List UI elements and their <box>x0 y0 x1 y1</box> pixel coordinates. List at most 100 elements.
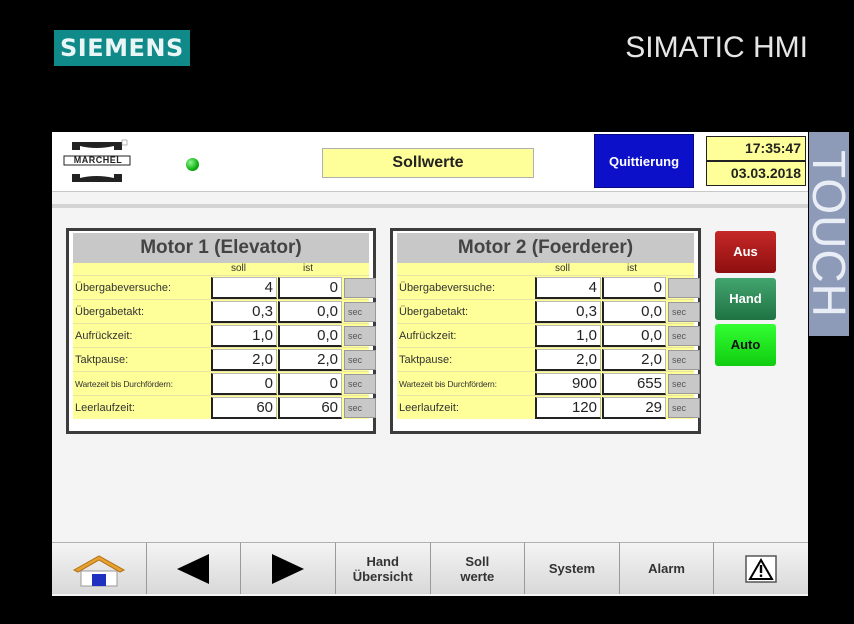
ist-value: 2,0 <box>602 349 666 371</box>
unit-label: sec <box>668 350 700 370</box>
ist-value: 0,0 <box>602 301 666 323</box>
param-label: Übergabeversuche: <box>399 282 496 294</box>
column-header: soll ist <box>397 263 694 275</box>
home-icon <box>72 554 125 586</box>
ist-value: 0 <box>602 277 666 299</box>
unit-label: sec <box>668 398 700 418</box>
param-row: Übergabeversuche: 4 0 <box>397 275 700 299</box>
warning-button[interactable] <box>714 542 808 594</box>
acknowledge-button[interactable]: Quittierung <box>594 134 694 188</box>
ist-value: 2,0 <box>278 349 342 371</box>
param-label: Taktpause: <box>399 354 453 366</box>
param-row: Wartezeit bis Durchfördern: 0 0 sec <box>73 371 376 395</box>
soll-input[interactable]: 1,0 <box>535 325 601 347</box>
next-button[interactable] <box>241 542 336 594</box>
mode-off-button[interactable]: Aus <box>715 231 776 273</box>
mode-hand-button[interactable]: Hand <box>715 278 776 320</box>
col-soll-label: soll <box>555 263 571 274</box>
column-header: soll ist <box>73 263 369 275</box>
soll-input[interactable]: 0 <box>211 373 277 395</box>
unit-label: sec <box>344 374 376 394</box>
home-button[interactable] <box>52 542 147 594</box>
soll-input[interactable]: 60 <box>211 397 277 419</box>
param-row: Wartezeit bis Durchfördern: 900 655 sec <box>397 371 700 395</box>
system-button[interactable]: System <box>525 542 620 594</box>
col-ist-label: ist <box>627 263 637 274</box>
param-label: Übergabetakt: <box>399 306 469 318</box>
unit-label: sec <box>344 350 376 370</box>
ist-value: 655 <box>602 373 666 395</box>
param-row: Taktpause: 2,0 2,0 sec <box>73 347 376 371</box>
simatic-hmi-label: SIMATIC HMI <box>625 31 808 64</box>
alarm-button[interactable]: Alarm <box>619 542 715 594</box>
time-field: 17:35:47 <box>706 136 806 161</box>
ist-value: 0 <box>278 373 342 395</box>
param-row: Aufrückzeit: 1,0 0,0 sec <box>397 323 700 347</box>
header-bar: MARCHEL Sollwerte Quittierung 17:35:47 0… <box>52 132 808 192</box>
ist-value: 0,0 <box>278 301 342 323</box>
ist-value: 29 <box>602 397 666 419</box>
arrow-right-icon <box>272 553 305 584</box>
param-label: Aufrückzeit: <box>75 330 133 342</box>
hmi-screen: MARCHEL Sollwerte Quittierung 17:35:47 0… <box>52 132 808 596</box>
unit-label: sec <box>344 398 376 418</box>
hand-overview-button[interactable]: Hand Übersicht <box>335 542 431 594</box>
col-ist-label: ist <box>303 263 313 274</box>
soll-input[interactable]: 4 <box>211 277 277 299</box>
soll-input[interactable]: 1,0 <box>211 325 277 347</box>
soll-input[interactable]: 4 <box>535 277 601 299</box>
param-label: Aufrückzeit: <box>399 330 457 342</box>
warning-icon <box>745 554 777 583</box>
param-label: Taktpause: <box>75 354 129 366</box>
marchel-logo-text: MARCHEL <box>73 155 123 165</box>
param-label: Leerlaufzeit: <box>399 402 459 414</box>
clock-display: 17:35:47 03.03.2018 <box>706 136 806 186</box>
param-row: Übergabeversuche: 4 0 <box>73 275 376 299</box>
date-field: 03.03.2018 <box>706 161 806 186</box>
touch-label: TOUCH <box>809 150 849 318</box>
mode-auto-button[interactable]: Auto <box>715 324 776 366</box>
arrow-left-icon <box>177 553 210 584</box>
prev-button[interactable] <box>146 542 242 594</box>
ist-value: 60 <box>278 397 342 419</box>
siemens-logo: SIEMENS <box>54 30 190 66</box>
setpoints-line2: werte <box>460 568 495 584</box>
hand-overview-line1: Hand <box>366 553 399 569</box>
setpoints-button[interactable]: Soll werte <box>430 542 526 594</box>
soll-input[interactable]: 120 <box>535 397 601 419</box>
unit-label <box>344 278 376 298</box>
param-label: Übergabetakt: <box>75 306 145 318</box>
soll-input[interactable]: 2,0 <box>535 349 601 371</box>
param-row: Übergabetakt: 0,3 0,0 sec <box>73 299 376 323</box>
ist-value: 0 <box>278 277 342 299</box>
unit-label: sec <box>668 374 700 394</box>
unit-label: sec <box>344 302 376 322</box>
motor2-title: Motor 2 (Foerderer) <box>397 233 694 263</box>
soll-input[interactable]: 0,3 <box>211 301 277 323</box>
param-row: Übergabetakt: 0,3 0,0 sec <box>397 299 700 323</box>
unit-label: sec <box>668 302 700 322</box>
param-label: Wartezeit bis Durchfördern: <box>399 379 497 389</box>
motor1-panel: Motor 1 (Elevator) soll ist Übergabevers… <box>66 228 376 434</box>
touch-label-strip: TOUCH <box>809 132 849 336</box>
ist-value: 0,0 <box>278 325 342 347</box>
motor2-panel: Motor 2 (Foerderer) soll ist Übergabever… <box>390 228 701 434</box>
soll-input[interactable]: 2,0 <box>211 349 277 371</box>
col-soll-label: soll <box>231 263 247 274</box>
marchel-logo: MARCHEL <box>58 138 138 186</box>
param-row: Taktpause: 2,0 2,0 sec <box>397 347 700 371</box>
ist-value: 0,0 <box>602 325 666 347</box>
soll-input[interactable]: 900 <box>535 373 601 395</box>
motor1-title: Motor 1 (Elevator) <box>73 233 369 263</box>
unit-label: sec <box>668 326 700 346</box>
param-label: Leerlaufzeit: <box>75 402 135 414</box>
unit-label: sec <box>344 326 376 346</box>
page-title: Sollwerte <box>322 148 534 178</box>
param-row: Leerlaufzeit: 120 29 sec <box>397 395 700 419</box>
param-label: Wartezeit bis Durchfördern: <box>75 379 173 389</box>
param-label: Übergabeversuche: <box>75 282 172 294</box>
soll-input[interactable]: 0,3 <box>535 301 601 323</box>
hand-overview-line2: Übersicht <box>352 568 413 584</box>
param-row: Aufrückzeit: 1,0 0,0 sec <box>73 323 376 347</box>
unit-label <box>668 278 700 298</box>
